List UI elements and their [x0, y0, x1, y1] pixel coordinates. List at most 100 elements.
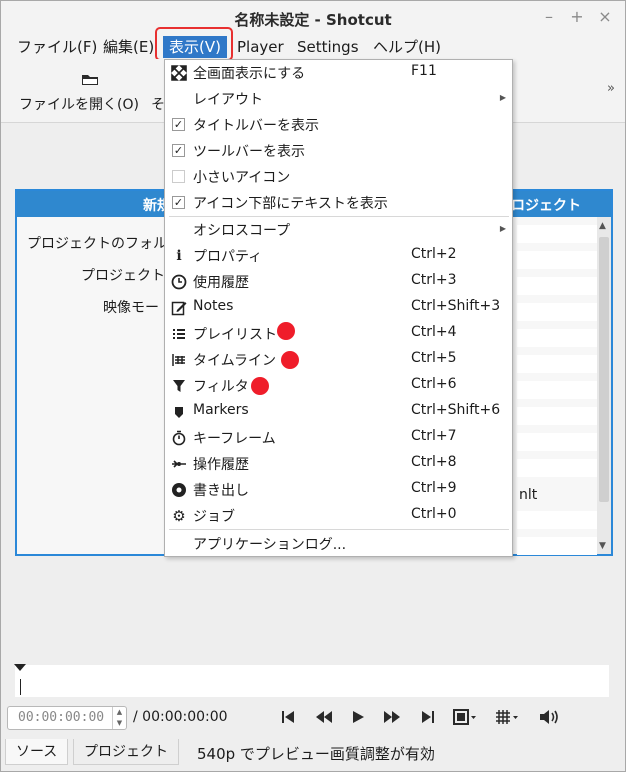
scroll-thumb[interactable] — [599, 237, 609, 502]
menu-file[interactable]: ファイル(F) — [15, 36, 99, 58]
list-row — [517, 459, 597, 477]
list-row — [517, 303, 597, 321]
menu-item-label: オシロスコープ — [193, 223, 291, 239]
view-menu-dropdown: 全画面表示にする F11 レイアウト ▶ ✓ タイトルバーを表示 ✓ ツールバー… — [164, 59, 513, 557]
menu-item-filters[interactable]: フィルタ Ctrl+6 — [165, 373, 512, 399]
window-title: 名称未設定 - Shotcut — [234, 11, 392, 29]
zoom-fit-icon[interactable] — [453, 709, 477, 725]
menu-item-playlist[interactable]: プレイリスト Ctrl+4 — [165, 321, 512, 347]
play-icon[interactable] — [351, 710, 365, 724]
toolbar-extension-icon[interactable]: » — [607, 81, 615, 96]
checkbox-checked-icon[interactable]: ✓ — [172, 196, 185, 209]
timeline-icon — [172, 354, 185, 366]
timecode-spinner[interactable]: ▲ ▼ — [112, 707, 126, 729]
menu-item-show-toolbar[interactable]: ✓ ツールバーを表示 — [165, 138, 512, 164]
playhead-icon[interactable] — [14, 664, 26, 671]
marker-icon — [175, 407, 183, 418]
tab-project[interactable]: プロジェクト — [73, 739, 179, 765]
menu-item-label: タイトルバーを表示 — [193, 118, 319, 134]
menu-item-scopes[interactable]: オシロスコープ ▶ — [165, 217, 512, 243]
fast-forward-icon[interactable] — [383, 710, 401, 724]
list-row — [517, 537, 597, 555]
close-button[interactable]: × — [595, 7, 615, 27]
list-row — [517, 433, 597, 451]
menu-item-recent[interactable]: 使用履歴 Ctrl+3 — [165, 269, 512, 295]
menu-settings[interactable]: Settings — [295, 36, 361, 58]
skip-start-icon[interactable] — [281, 710, 295, 724]
info-icon: i — [176, 248, 182, 264]
stopwatch-icon — [172, 430, 186, 446]
checkbox-unchecked-icon[interactable] — [172, 170, 185, 183]
menu-item-markers[interactable]: Markers Ctrl+Shift+6 — [165, 399, 512, 425]
menu-item-fullscreen[interactable]: 全画面表示にする F11 — [165, 60, 512, 86]
menu-item-label: Markers — [193, 402, 249, 418]
list-row — [517, 511, 597, 529]
menu-item-app-log[interactable]: アプリケーションログ... — [165, 531, 512, 557]
export-icon — [172, 483, 186, 497]
menu-item-keyframes[interactable]: キーフレーム Ctrl+7 — [165, 425, 512, 451]
menu-player[interactable]: Player — [235, 36, 286, 58]
clock-icon — [171, 274, 187, 290]
menu-item-show-titlebar[interactable]: ✓ タイトルバーを表示 — [165, 112, 512, 138]
list-row — [517, 407, 597, 425]
menu-item-text-under-icons[interactable]: ✓ アイコン下部にテキストを表示 — [165, 190, 512, 216]
title-bar: 名称未設定 - Shotcut – + × — [1, 1, 625, 35]
scroll-down-icon[interactable]: ▼ — [599, 541, 606, 551]
maximize-button[interactable]: + — [567, 7, 587, 27]
menu-bar: ファイル(F) 編集(E) 表示(V) Player Settings ヘルプ(… — [1, 33, 625, 59]
menu-item-notes[interactable]: Notes Ctrl+Shift+3 — [165, 295, 512, 321]
menu-item-label: ジョブ — [193, 509, 235, 525]
menu-item-properties[interactable]: i プロパティ Ctrl+2 — [165, 243, 512, 269]
menu-item-shortcut: Ctrl+Shift+3 — [411, 298, 501, 314]
skip-end-icon[interactable] — [421, 710, 435, 724]
menu-item-shortcut: Ctrl+2 — [411, 246, 457, 262]
menu-item-label: 使用履歴 — [193, 275, 249, 291]
open-file-button[interactable]: ファイルを開く(O) — [15, 59, 139, 123]
menu-item-jobs[interactable]: ⚙ ジョブ Ctrl+0 — [165, 503, 512, 529]
menu-item-shortcut: Ctrl+6 — [411, 376, 457, 392]
edit-note-icon — [171, 301, 187, 316]
menu-item-label: 書き出し — [193, 483, 249, 499]
menu-item-timeline[interactable]: タイムライン Ctrl+5 — [165, 347, 512, 373]
list-row — [517, 277, 597, 295]
bottom-tabs: ソース プロジェクト 540p でプレビュー画質調整が有効 — [1, 737, 625, 771]
scroll-up-icon[interactable]: ▲ — [599, 221, 606, 231]
menu-edit[interactable]: 編集(E) — [101, 36, 156, 58]
minimize-button[interactable]: – — [539, 7, 559, 27]
menu-item-shortcut: Ctrl+Shift+6 — [411, 402, 501, 418]
checkbox-checked-icon[interactable]: ✓ — [172, 118, 185, 131]
submenu-arrow-icon: ▶ — [499, 93, 506, 102]
gear-icon: ⚙ — [172, 507, 186, 525]
menu-item-history[interactable]: 操作履歴 Ctrl+8 — [165, 451, 512, 477]
timeline-cursor — [20, 679, 21, 695]
menu-item-export[interactable]: 書き出し Ctrl+9 — [165, 477, 512, 503]
duration-display: / 00:00:00:00 — [133, 709, 228, 725]
app-window: 名称未設定 - Shotcut – + × ファイル(F) 編集(E) 表示(V… — [0, 0, 626, 772]
list-row — [517, 355, 597, 373]
menu-item-label: レイアウト — [193, 92, 263, 108]
menu-item-label: 操作履歴 — [193, 457, 249, 473]
menu-item-small-icons[interactable]: 小さいアイコン — [165, 164, 512, 190]
panel-scrollbar[interactable]: ▲ ▼ — [597, 217, 611, 554]
menu-item-shortcut: Ctrl+0 — [411, 506, 457, 522]
toolbar-label-truncated: そ — [151, 97, 165, 113]
annotation-dot — [281, 351, 299, 369]
annotation-dot — [277, 322, 295, 340]
list-row — [517, 225, 597, 243]
tab-source[interactable]: ソース — [5, 739, 69, 765]
list-row — [517, 381, 597, 399]
menu-help[interactable]: ヘルプ(H) — [371, 36, 443, 58]
timeline-ruler[interactable] — [15, 665, 609, 697]
menu-item-label: プレイリスト — [193, 327, 277, 343]
menu-item-shortcut: Ctrl+3 — [411, 272, 457, 288]
menu-item-label: タイムライン — [193, 353, 277, 369]
timecode-input[interactable]: 00:00:00:00 ▲ ▼ — [7, 706, 127, 730]
status-message: 540p でプレビュー画質調整が有効 — [197, 745, 435, 763]
menu-item-layout[interactable]: レイアウト ▶ — [165, 86, 512, 112]
grid-icon[interactable] — [495, 709, 519, 725]
transport-bar: 00:00:00:00 ▲ ▼ / 00:00:00:00 — [1, 701, 625, 733]
menu-item-label: アプリケーションログ... — [193, 537, 347, 553]
volume-icon[interactable] — [539, 709, 561, 725]
checkbox-checked-icon[interactable]: ✓ — [172, 144, 185, 157]
rewind-icon[interactable] — [315, 710, 333, 724]
